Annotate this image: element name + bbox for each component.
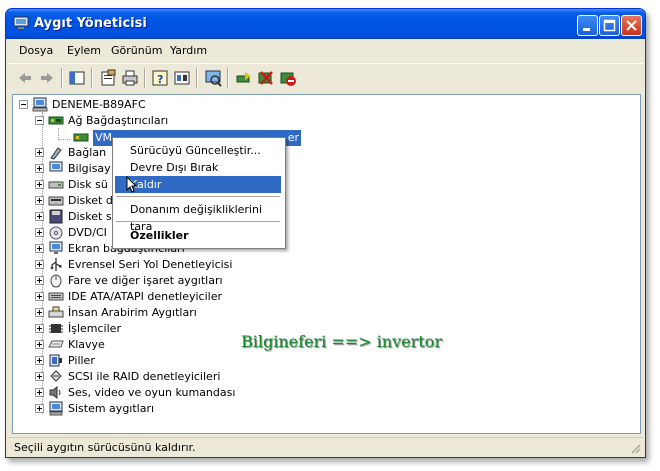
expand-toggle[interactable] bbox=[35, 340, 44, 349]
maximize-icon bbox=[603, 19, 616, 32]
svg-text:?: ? bbox=[157, 73, 163, 86]
watermark-text: Bilgineferi ==> invertor bbox=[241, 332, 442, 351]
hid-icon bbox=[48, 306, 64, 318]
tree-line bbox=[58, 139, 70, 140]
tree-root-label: DENEME-B89AFC bbox=[52, 98, 146, 111]
category-label: Ağ Bağdaştırıcıları bbox=[68, 114, 169, 127]
expand-toggle[interactable] bbox=[35, 148, 44, 157]
menu-bar: Dosya Eylem Görünüm Yardım bbox=[8, 39, 643, 61]
mouse-icon bbox=[50, 274, 62, 288]
disable-icon[interactable] bbox=[279, 69, 297, 87]
ctx-separator bbox=[116, 221, 280, 222]
show-hide-tree-icon[interactable] bbox=[68, 69, 86, 87]
device-tree[interactable]: DENEME-B89AFC Ağ Bağdaştırıcıları VM er B… bbox=[12, 94, 641, 434]
expand-toggle[interactable] bbox=[35, 180, 44, 189]
toolbar: ? bbox=[8, 63, 643, 92]
menu-action[interactable]: Eylem bbox=[67, 44, 101, 57]
print-icon[interactable] bbox=[121, 69, 139, 87]
ctx-properties[interactable]: Özellikler bbox=[115, 227, 281, 244]
port-icon bbox=[50, 147, 62, 160]
status-text: Seçili aygıtın sürücüsünü kaldırır. bbox=[14, 441, 196, 454]
network-card-icon bbox=[73, 133, 89, 142]
menu-view[interactable]: Görünüm bbox=[111, 44, 162, 57]
view-details-icon[interactable] bbox=[173, 69, 191, 87]
display-adapter-icon bbox=[49, 241, 63, 254]
help-icon[interactable]: ? bbox=[151, 69, 169, 87]
expand-toggle[interactable] bbox=[35, 196, 44, 205]
ctx-uninstall[interactable]: Kaldır bbox=[115, 176, 281, 193]
collapse-toggle[interactable] bbox=[19, 100, 28, 109]
sound-icon bbox=[49, 386, 61, 399]
minimize-button[interactable] bbox=[577, 15, 598, 36]
update-driver-icon[interactable] bbox=[235, 69, 253, 87]
system-devices-icon bbox=[49, 401, 63, 416]
scsi-icon bbox=[50, 370, 62, 382]
toolbar-separator bbox=[227, 68, 229, 88]
close-icon bbox=[626, 20, 637, 31]
computer-icon bbox=[32, 97, 48, 112]
menu-help[interactable]: Yardım bbox=[170, 44, 207, 57]
keyboard-icon bbox=[48, 340, 64, 348]
expand-toggle[interactable] bbox=[35, 244, 44, 253]
expand-toggle[interactable] bbox=[35, 404, 44, 413]
computer-icon bbox=[49, 161, 63, 172]
expand-toggle[interactable] bbox=[35, 260, 44, 269]
properties-icon[interactable] bbox=[99, 69, 117, 87]
minimize-icon bbox=[583, 28, 590, 31]
network-card-icon bbox=[48, 116, 64, 125]
toolbar-separator bbox=[196, 68, 198, 88]
forward-arrow-icon[interactable] bbox=[38, 69, 56, 87]
expand-toggle[interactable] bbox=[35, 324, 44, 333]
expand-toggle[interactable] bbox=[35, 276, 44, 285]
expand-toggle[interactable] bbox=[35, 372, 44, 381]
ctx-scan-hardware[interactable]: Donanım değişikliklerini tara bbox=[115, 201, 281, 233]
expand-toggle[interactable] bbox=[35, 292, 44, 301]
cd-dvd-icon bbox=[49, 226, 63, 240]
expand-toggle[interactable] bbox=[35, 212, 44, 221]
expand-toggle[interactable] bbox=[35, 308, 44, 317]
device-manager-icon bbox=[13, 16, 29, 29]
disk-drive-icon bbox=[48, 181, 64, 189]
battery-icon bbox=[49, 354, 62, 367]
title-bar[interactable]: Aygıt Yöneticisi bbox=[6, 9, 645, 39]
floppy-controller-icon bbox=[48, 196, 64, 206]
maximize-button[interactable] bbox=[599, 15, 620, 36]
uninstall-icon[interactable] bbox=[257, 69, 275, 87]
toolbar-separator bbox=[91, 68, 93, 88]
floppy-drive-icon bbox=[49, 209, 63, 224]
window-title: Aygıt Yöneticisi bbox=[34, 16, 147, 31]
menu-file[interactable]: Dosya bbox=[19, 44, 53, 57]
toolbar-separator bbox=[61, 68, 63, 88]
ctx-disable[interactable]: Devre Dışı Bırak bbox=[115, 159, 281, 176]
close-button[interactable] bbox=[621, 15, 642, 36]
ide-controller-icon bbox=[48, 292, 64, 301]
collapse-toggle[interactable] bbox=[35, 116, 44, 125]
toolbar-separator bbox=[144, 68, 146, 88]
ctx-update-driver[interactable]: Sürücüyü Güncelleştir... bbox=[115, 142, 281, 159]
context-menu: Sürücüyü Güncelleştir... Devre Dışı Bıra… bbox=[112, 137, 286, 249]
expand-toggle[interactable] bbox=[35, 164, 44, 173]
status-bar: Seçili aygıtın sürücüsünü kaldırır. bbox=[8, 437, 643, 456]
expand-toggle[interactable] bbox=[35, 356, 44, 365]
usb-icon bbox=[50, 258, 62, 271]
device-manager-window: Aygıt Yöneticisi Dosya Eylem Görünüm Yar… bbox=[5, 8, 646, 458]
processor-icon bbox=[49, 324, 63, 333]
back-arrow-icon[interactable] bbox=[16, 69, 34, 87]
expand-toggle[interactable] bbox=[35, 388, 44, 397]
resize-grip-icon[interactable] bbox=[629, 442, 641, 454]
mouse-cursor-icon bbox=[126, 176, 138, 193]
scan-hardware-icon[interactable] bbox=[204, 69, 222, 87]
expand-toggle[interactable] bbox=[35, 228, 44, 237]
ctx-separator bbox=[116, 196, 280, 197]
